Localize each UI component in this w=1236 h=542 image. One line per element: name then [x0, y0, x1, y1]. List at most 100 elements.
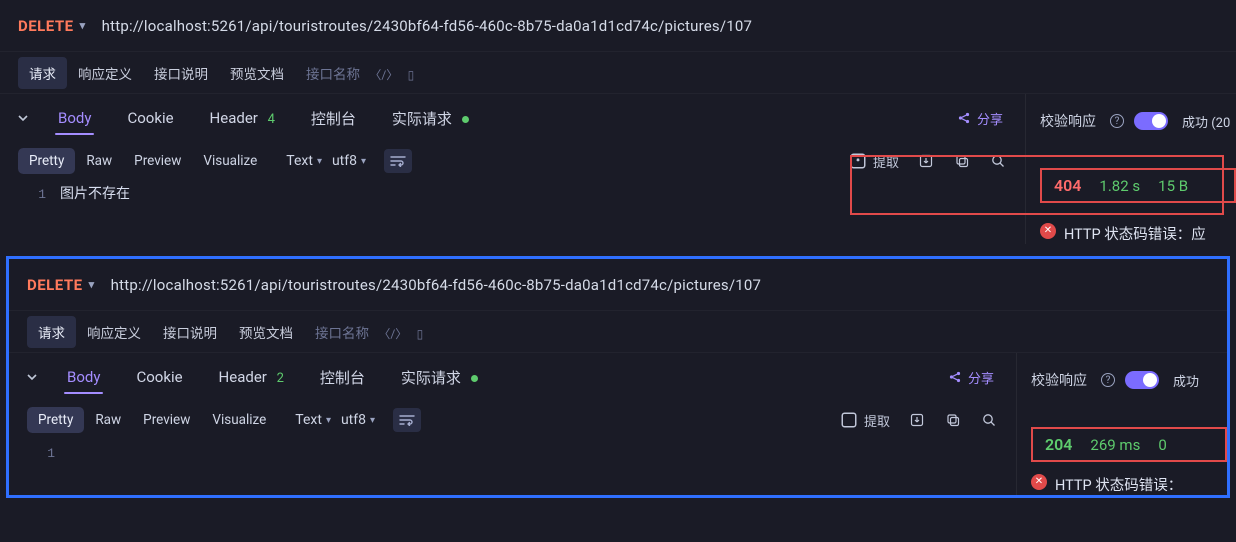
response-body-tabs: Body Cookie Header 2 控制台 实际请求 分享 [9, 353, 1016, 401]
response-body: 1 [9, 439, 1016, 471]
wrap-toggle[interactable] [384, 149, 412, 173]
tab-body[interactable]: Body [49, 356, 118, 398]
validate-label: 校验响应 [1040, 111, 1096, 131]
preview-button[interactable]: Preview [132, 407, 201, 433]
tab-api-desc[interactable]: 接口说明 [143, 57, 219, 89]
secondary-tabs: 请求 响应定义 接口说明 预览文档 接口名称 〈/〉 ▯ [9, 311, 1227, 353]
visualize-button[interactable]: Visualize [201, 407, 277, 433]
tab-header[interactable]: Header 2 [201, 356, 302, 398]
tab-cookie[interactable]: Cookie [109, 97, 191, 139]
response-time: 269 ms [1090, 436, 1140, 454]
share-icon [957, 111, 971, 125]
http-method-selector[interactable]: DELETE ▾ [27, 276, 95, 294]
toolbar-right: 提取 [840, 411, 998, 430]
request-status-dot [462, 116, 469, 123]
collapse-toggle[interactable] [6, 111, 40, 125]
tab-preview-doc[interactable]: 预览文档 [219, 57, 295, 89]
chevron-down-icon: ▾ [370, 415, 375, 426]
share-button[interactable]: 分享 [941, 109, 1019, 128]
toolbar-right: 提取 [849, 152, 1007, 171]
validate-toggle[interactable] [1125, 371, 1159, 389]
doc-icon: ▯ [417, 327, 424, 341]
copy-button[interactable] [953, 152, 971, 170]
validate-response-row: 校验响应 ? 成功 (20 [1040, 106, 1236, 136]
download-button[interactable] [908, 411, 926, 429]
response-body-text[interactable]: 图片不存在 [60, 184, 130, 206]
tab-real-request[interactable]: 实际请求 [374, 96, 487, 141]
content-type-selector[interactable]: Text ▾ [295, 412, 331, 428]
copy-button[interactable] [944, 411, 962, 429]
pretty-button[interactable]: Pretty [27, 407, 84, 433]
response-left: Body Cookie Header 2 控制台 实际请求 分享 [9, 353, 1017, 495]
download-button[interactable] [917, 152, 935, 170]
raw-button[interactable]: Raw [75, 148, 123, 174]
response-size: 15 B [1158, 177, 1188, 195]
tab-request[interactable]: 请求 [18, 57, 67, 89]
request-url[interactable]: http://localhost:5261/api/touristroutes/… [102, 17, 752, 35]
doc-icon: ▯ [408, 68, 415, 82]
tab-response-def[interactable]: 响应定义 [76, 316, 152, 348]
tab-api-desc[interactable]: 接口说明 [152, 316, 228, 348]
share-button[interactable]: 分享 [932, 368, 1010, 387]
chevron-down-icon: ▾ [80, 19, 86, 32]
info-icon[interactable]: ? [1101, 373, 1115, 387]
tab-request[interactable]: 请求 [27, 316, 76, 348]
tab-real-request[interactable]: 实际请求 [383, 355, 496, 400]
status-code: 404 [1054, 176, 1081, 195]
line-number: 1 [9, 443, 69, 465]
error-text: HTTP 状态码错误： [1055, 474, 1182, 495]
response-split: Body Cookie Header 4 控制台 实际请求 分享 P [0, 94, 1236, 244]
tab-console[interactable]: 控制台 [302, 355, 383, 400]
response-stats: 404 1.82 s 15 B [1040, 168, 1236, 203]
validate-response-row: 校验响应 ? 成功 [1031, 365, 1227, 395]
extract-icon [840, 411, 858, 429]
preview-button[interactable]: Preview [123, 148, 192, 174]
tab-console[interactable]: 控制台 [293, 96, 374, 141]
response-split: Body Cookie Header 2 控制台 实际请求 分享 [9, 353, 1227, 495]
chevron-down-icon: ▾ [89, 278, 95, 291]
request-url[interactable]: http://localhost:5261/api/touristroutes/… [111, 276, 761, 294]
tab-preview-doc[interactable]: 预览文档 [228, 316, 304, 348]
response-sidebar: 校验响应 ? 成功 204 269 ms 0 ✕ HTTP 状态码错误： [1017, 353, 1227, 495]
validate-label: 校验响应 [1031, 370, 1087, 390]
status-code: 204 [1045, 435, 1072, 454]
http-method: DELETE [18, 17, 74, 35]
encoding-selector[interactable]: utf8 ▾ [332, 153, 366, 169]
visualize-button[interactable]: Visualize [192, 148, 268, 174]
response-size: 0 [1158, 436, 1166, 454]
request-row: DELETE ▾ http://localhost:5261/api/touri… [9, 259, 1227, 311]
error-icon: ✕ [1031, 474, 1047, 490]
header-count: 4 [268, 112, 275, 127]
api-name-input[interactable]: 接口名称 〈/〉 ▯ [295, 57, 425, 89]
api-name-input[interactable]: 接口名称 〈/〉 ▯ [304, 316, 434, 348]
response-time: 1.82 s [1099, 177, 1140, 195]
error-text: HTTP 状态码错误：应 [1064, 223, 1206, 244]
extract-icon [849, 152, 867, 170]
line-number: 1 [0, 184, 60, 206]
extract-button[interactable]: 提取 [840, 411, 890, 430]
wrap-toggle[interactable] [393, 408, 421, 432]
validate-toggle[interactable] [1134, 112, 1168, 130]
secondary-tabs: 请求 响应定义 接口说明 预览文档 接口名称 〈/〉 ▯ [0, 52, 1236, 94]
tab-response-def[interactable]: 响应定义 [67, 57, 143, 89]
share-icon [948, 370, 962, 384]
pretty-button[interactable]: Pretty [18, 148, 75, 174]
request-row: DELETE ▾ http://localhost:5261/api/touri… [0, 0, 1236, 52]
content-type-selector[interactable]: Text ▾ [286, 153, 322, 169]
response-left: Body Cookie Header 4 控制台 实际请求 分享 P [0, 94, 1026, 244]
info-icon[interactable]: ? [1110, 114, 1124, 128]
tab-header[interactable]: Header 4 [192, 97, 293, 139]
request-status-dot [471, 375, 478, 382]
tab-body[interactable]: Body [40, 97, 109, 139]
http-method-selector[interactable]: DELETE ▾ [18, 17, 86, 35]
search-button[interactable] [989, 152, 1007, 170]
header-count: 2 [277, 371, 284, 386]
raw-button[interactable]: Raw [84, 407, 132, 433]
encoding-selector[interactable]: utf8 ▾ [341, 412, 375, 428]
tab-cookie[interactable]: Cookie [118, 356, 200, 398]
search-button[interactable] [980, 411, 998, 429]
response-stats: 204 269 ms 0 [1031, 427, 1227, 462]
collapse-toggle[interactable] [15, 370, 49, 384]
extract-button[interactable]: 提取 [849, 152, 899, 171]
code-icon: 〈/〉 [378, 327, 407, 341]
